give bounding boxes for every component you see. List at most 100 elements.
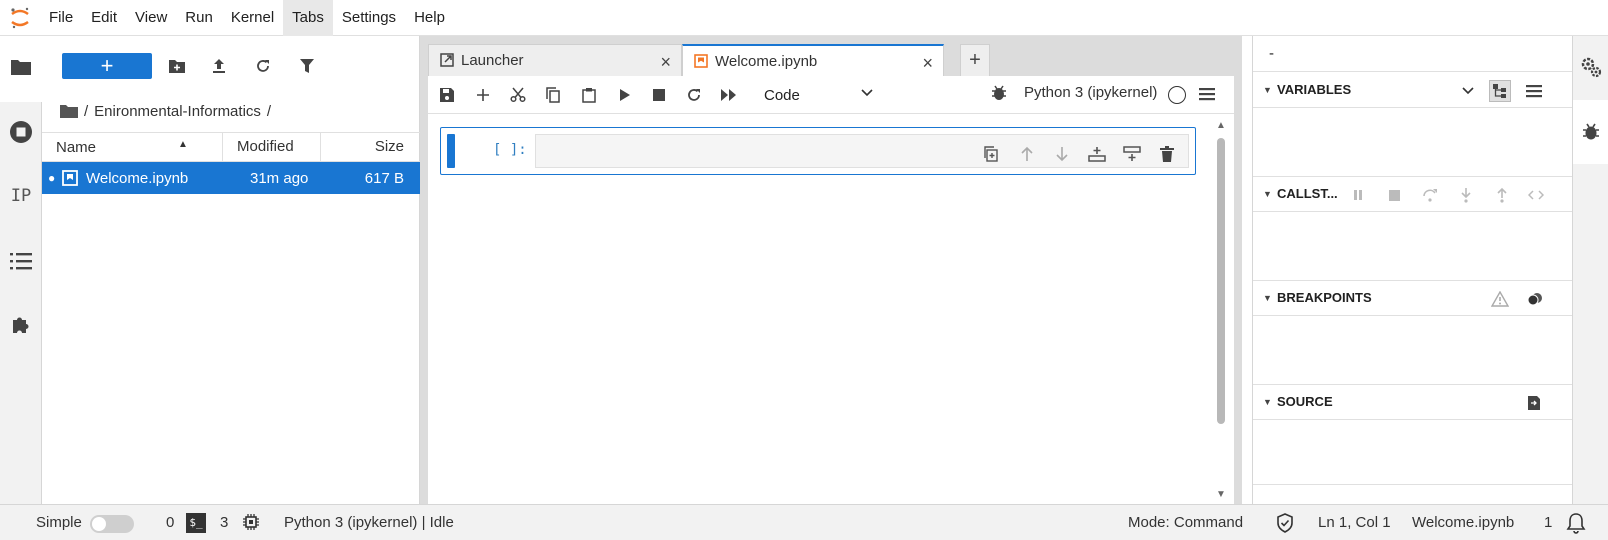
scroll-down-arrow-icon[interactable]: ▼: [1216, 489, 1226, 500]
trusted-shield-icon[interactable]: [1276, 513, 1294, 537]
extension-icon[interactable]: [0, 314, 42, 336]
step-over-icon[interactable]: [1419, 184, 1441, 206]
tab-welcome-notebook[interactable]: Welcome.ipynb ×: [682, 44, 944, 76]
pause-icon[interactable]: [1347, 184, 1369, 206]
copy-icon[interactable]: [542, 84, 564, 106]
scroll-thumb[interactable]: [1217, 138, 1225, 424]
file-size: 617 B: [364, 169, 404, 187]
add-tab-button[interactable]: +: [960, 44, 990, 76]
evaluate-code-icon[interactable]: [1525, 184, 1547, 206]
run-icon[interactable]: [614, 84, 636, 106]
menu-settings[interactable]: Settings: [333, 0, 405, 36]
restart-run-all-icon[interactable]: [718, 84, 740, 106]
source-title: SOURCE: [1277, 394, 1333, 409]
main-dock-panel: Launcher × Welcome.ipynb × + Code Python…: [420, 36, 1242, 504]
table-view-icon[interactable]: [1523, 80, 1545, 102]
menu-view[interactable]: View: [126, 0, 176, 36]
cell-collapser[interactable]: [447, 134, 455, 168]
refresh-icon[interactable]: [250, 54, 276, 78]
jupyter-logo-icon: [0, 0, 40, 36]
insert-below-icon[interactable]: [1121, 143, 1143, 165]
breadcrumb-folder[interactable]: Enironmental-Informatics: [94, 103, 261, 120]
kernels-count[interactable]: 0: [166, 514, 174, 531]
collapse-caret-icon: ▼: [1263, 188, 1272, 199]
notification-bell-icon[interactable]: [1566, 512, 1586, 538]
insert-cell-icon[interactable]: [472, 84, 494, 106]
breakpoints-title: BREAKPOINTS: [1277, 290, 1372, 305]
stop-icon[interactable]: [1383, 184, 1405, 206]
toggle-knob: [92, 517, 106, 531]
remove-breakpoints-icon[interactable]: [1523, 288, 1545, 310]
notification-count[interactable]: 1: [1544, 514, 1552, 531]
callstack-section-header[interactable]: ▼ CALLST...: [1253, 176, 1573, 212]
variables-section-header[interactable]: ▼ VARIABLES: [1253, 72, 1573, 108]
menu-help[interactable]: Help: [405, 0, 454, 36]
cpu-icon[interactable]: [242, 513, 260, 535]
source-section-header[interactable]: ▼ SOURCE: [1253, 384, 1573, 420]
save-icon[interactable]: [436, 84, 458, 106]
kernel-name-button[interactable]: Python 3 (ipykernel): [1024, 84, 1157, 101]
move-down-icon[interactable]: [1051, 143, 1073, 165]
table-of-contents-icon[interactable]: [0, 252, 42, 270]
property-inspector-icon[interactable]: IP: [0, 186, 42, 206]
terminal-icon[interactable]: $_: [186, 513, 206, 533]
menu-kernel[interactable]: Kernel: [222, 0, 283, 36]
tab-launcher[interactable]: Launcher ×: [428, 44, 682, 76]
file-row[interactable]: ● Welcome.ipynb 31m ago 617 B: [42, 162, 420, 194]
close-tab-icon[interactable]: ×: [660, 52, 671, 73]
menu-run[interactable]: Run: [176, 0, 222, 36]
upload-icon[interactable]: [206, 54, 232, 78]
open-in-main-area-icon[interactable]: [1523, 392, 1545, 414]
breadcrumb: / Enironmental-Informatics /: [60, 96, 277, 126]
paste-icon[interactable]: [578, 84, 600, 106]
cursor-position[interactable]: Ln 1, Col 1: [1318, 514, 1391, 531]
terminals-count[interactable]: 3: [220, 514, 228, 531]
current-file-name: Welcome.ipynb: [1412, 514, 1515, 531]
new-folder-icon[interactable]: [164, 54, 190, 78]
tree-view-icon[interactable]: [1489, 80, 1511, 102]
notebook-scrollbar[interactable]: ▲ ▼: [1216, 120, 1226, 500]
property-inspector-gears-icon[interactable]: [1573, 56, 1608, 78]
bug-icon[interactable]: [990, 84, 1008, 106]
running-icon[interactable]: [0, 120, 42, 144]
chevron-down-icon[interactable]: [1457, 80, 1479, 102]
cell-editor[interactable]: [535, 134, 1189, 168]
step-in-icon[interactable]: [1455, 184, 1477, 206]
scroll-up-arrow-icon[interactable]: ▲: [1216, 120, 1226, 131]
notebook-panel: Code Python 3 (ipykernel) [ ]: ▲ ▼: [428, 76, 1234, 504]
new-launcher-button[interactable]: +: [62, 53, 152, 79]
collapse-caret-icon: ▼: [1263, 84, 1272, 95]
folder-icon[interactable]: [0, 58, 42, 76]
menu-edit[interactable]: Edit: [82, 0, 126, 36]
column-name-header[interactable]: Name: [56, 139, 96, 156]
cut-icon[interactable]: [507, 84, 529, 106]
debugger-bug-icon[interactable]: [1573, 122, 1608, 142]
collapse-caret-icon: ▼: [1263, 292, 1272, 303]
delete-cell-icon[interactable]: [1156, 143, 1178, 165]
cell-type-select[interactable]: Code: [764, 82, 874, 108]
close-tab-icon[interactable]: ×: [922, 53, 933, 74]
breakpoints-section-header[interactable]: ▼ BREAKPOINTS: [1253, 280, 1573, 316]
move-up-icon[interactable]: [1016, 143, 1038, 165]
menu-tabs[interactable]: Tabs: [283, 0, 333, 36]
filter-icon[interactable]: [294, 54, 320, 78]
simple-mode-toggle[interactable]: [90, 515, 134, 533]
file-list-header: Name ▲ Modified Size: [42, 132, 420, 162]
pause-on-exceptions-icon[interactable]: [1489, 288, 1511, 310]
step-out-icon[interactable]: [1491, 184, 1513, 206]
tab-label: Welcome.ipynb: [715, 52, 818, 70]
running-indicator-icon: ●: [48, 171, 56, 185]
breadcrumb-separator: /: [266, 102, 272, 120]
simple-mode-label: Simple: [36, 514, 82, 531]
interrupt-icon[interactable]: [648, 84, 670, 106]
kernel-status-text[interactable]: Python 3 (ipykernel) | Idle: [284, 514, 454, 531]
column-size-header[interactable]: Size: [320, 133, 420, 161]
menu-icon[interactable]: [1198, 86, 1216, 106]
insert-above-icon[interactable]: [1086, 143, 1108, 165]
menu-file[interactable]: File: [40, 0, 82, 36]
code-cell[interactable]: [ ]:: [440, 127, 1196, 175]
duplicate-cell-icon[interactable]: [980, 143, 1002, 165]
file-browser: + / Enironmental-Informatics / Name ▲ Mo…: [42, 36, 420, 504]
restart-icon[interactable]: [683, 84, 705, 106]
breadcrumb-home-folder-icon[interactable]: [60, 104, 78, 118]
